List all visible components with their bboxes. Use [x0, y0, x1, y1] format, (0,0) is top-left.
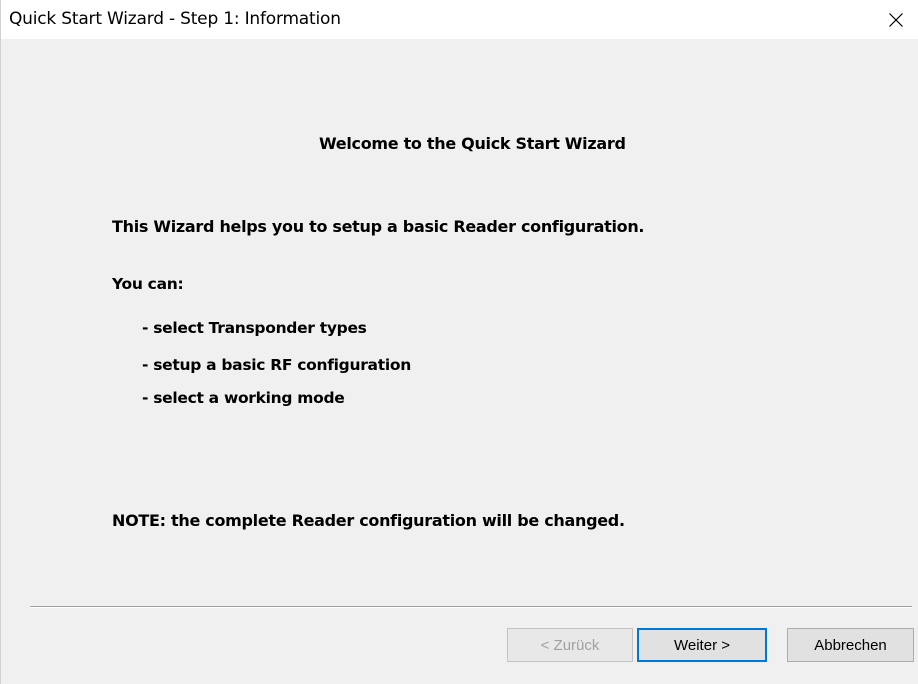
bullet-item: - select a working mode	[142, 389, 345, 407]
wizard-content: Welcome to the Quick Start Wizard This W…	[1, 39, 918, 684]
title-bar[interactable]: Quick Start Wizard - Step 1: Information	[1, 0, 918, 39]
bullet-item: - select Transponder types	[142, 319, 367, 337]
welcome-heading: Welcome to the Quick Start Wizard	[319, 134, 626, 153]
separator-line	[30, 606, 912, 608]
bullet-item: - setup a basic RF configuration	[142, 356, 411, 374]
next-button[interactable]: Weiter >	[637, 628, 767, 662]
window-title: Quick Start Wizard - Step 1: Information	[9, 9, 341, 29]
cancel-button[interactable]: Abbrechen	[787, 628, 914, 662]
you-can-label: You can:	[112, 275, 184, 293]
note-text: NOTE: the complete Reader configuration …	[112, 511, 625, 530]
wizard-window: Quick Start Wizard - Step 1: Information…	[0, 0, 918, 684]
back-button[interactable]: < Zurück	[507, 628, 633, 662]
close-button[interactable]	[873, 0, 918, 39]
close-icon	[889, 12, 903, 27]
intro-text: This Wizard helps you to setup a basic R…	[112, 217, 645, 236]
